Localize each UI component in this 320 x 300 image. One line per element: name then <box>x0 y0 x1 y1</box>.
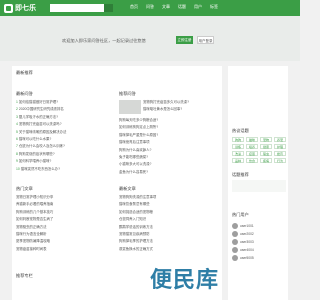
list-item[interactable]: 小猫咪多大可以洗澡? <box>119 161 217 168</box>
tag[interactable]: 绝育 <box>274 151 286 156</box>
list-item[interactable]: 6猫咪可以吃什么水果? <box>16 136 111 143</box>
list-item[interactable]: 9如何科学喂养小猫咪? <box>16 158 111 165</box>
list-item[interactable]: 宠物疫苗接种时间表 <box>16 246 111 253</box>
logo-icon <box>4 3 13 13</box>
user-name[interactable]: user2002 <box>240 232 254 236</box>
hot-users-title: 热门用户 <box>232 212 249 217</box>
list-item[interactable]: 宠物猫常见疾病预防 <box>119 231 217 238</box>
topic-title: 热议话题 <box>232 128 249 133</box>
list-item[interactable]: 观赏鱼换水的正确方式 <box>119 246 217 253</box>
list-item[interactable]: 狗狗为什么喜欢舔人? <box>119 147 217 154</box>
tag[interactable]: 疾病 <box>260 158 272 163</box>
nav-questions[interactable]: 问答 <box>146 4 154 10</box>
tag[interactable]: 疫苗 <box>246 151 258 156</box>
list-item[interactable]: 金鱼为什么容易死? <box>119 169 217 176</box>
nav-users[interactable]: 用户 <box>194 4 202 10</box>
tag[interactable]: 品种 <box>232 158 244 163</box>
list-item[interactable]: 7仓鼠为什么会咬人及怎么训练? <box>16 143 111 150</box>
tag[interactable]: 驱虫 <box>260 151 272 156</box>
list-item[interactable]: 猫咪绝育后注意事项 <box>119 139 217 146</box>
welcome-banner <box>0 16 300 61</box>
user-name[interactable]: user1001 <box>240 224 254 228</box>
tag[interactable]: 洗澡 <box>232 151 244 156</box>
article-thumbnail[interactable] <box>119 100 141 114</box>
user-name[interactable]: user3003 <box>240 240 254 244</box>
recommend-qa-list-more: 狗狗每天吃多少狗粮合适? 如何训练狗狗定点上厕所? 猫咪掉毛严重是什么原因? 猫… <box>119 117 217 176</box>
tag[interactable]: 养宠 <box>274 137 286 142</box>
list-item[interactable]: 猫咪掉毛严重是什么原因? <box>119 132 217 139</box>
avatar[interactable] <box>232 255 238 261</box>
topic-item[interactable] <box>232 180 286 192</box>
list-item[interactable]: 猫咪行为语言全解析 <box>16 231 111 238</box>
tag[interactable]: 健康 <box>260 144 272 149</box>
tag[interactable]: 饮食 <box>246 158 258 163</box>
main-nav: 首页 问答 文章 话题 用户 标签 <box>130 4 218 10</box>
list-item[interactable]: 宠物日常护理小知识分享 <box>16 194 111 201</box>
list-item[interactable]: 5关于猫咪咳嗽的原因及解决办法 <box>16 129 111 136</box>
tag[interactable]: 狗狗 <box>232 137 244 142</box>
register-button[interactable]: 立即注册 <box>176 36 193 44</box>
user-name[interactable]: user5005 <box>240 256 254 260</box>
search-button[interactable] <box>104 4 113 12</box>
tag[interactable]: 宠物 <box>260 137 272 142</box>
tag[interactable]: 训练 <box>232 144 244 149</box>
list-item[interactable]: 猫咪呕吐黄水是怎么回事? <box>143 106 218 113</box>
nav-home[interactable]: 首页 <box>130 4 138 10</box>
tag[interactable]: 护理 <box>274 144 286 149</box>
avatar[interactable] <box>232 231 238 237</box>
list-item[interactable]: 猫咪饮食禁忌有哪些 <box>119 201 217 208</box>
list-item[interactable]: 夏季宠物防暑降温攻略 <box>16 238 111 245</box>
list-item[interactable]: 狗狗训练的几个基本技巧 <box>16 209 111 216</box>
banner-text: 欢迎加入即乐家问答社区，一起记录过往悠悠 <box>62 38 146 43</box>
tag[interactable]: 行为 <box>274 158 286 163</box>
list-item[interactable]: 宠物狗打完疫苗多久可以洗澡? <box>143 99 218 106</box>
list-item[interactable]: 8狗狗发烧的症状有哪些? <box>16 151 111 158</box>
list-item[interactable]: 10猫咪突然不吃东西怎么办? <box>16 166 111 173</box>
avatar[interactable] <box>232 223 238 229</box>
watermark-logo: 便民库 <box>150 268 220 293</box>
list-item[interactable]: 如何挑选合适的宠物粮 <box>119 209 217 216</box>
tag[interactable]: 喂养 <box>246 144 258 149</box>
list-item[interactable]: 狗狗每天吃多少狗粮合适? <box>119 117 217 124</box>
list-item[interactable]: 如何判断宠物是否生病了 <box>16 216 111 223</box>
topic-recommend-title: 话题推荐 <box>232 172 249 177</box>
latest-qa-list: 1如何给猫猫做好日常护理? 22020中国研究生研究成绩排名 3婴儿学吸汗水的正… <box>16 99 111 173</box>
recommend-qa-list: 宠物狗打完疫苗多久可以洗澡? 猫咪呕吐黄水是怎么回事? <box>143 99 218 114</box>
hot-articles-title: 热门文章 <box>16 186 33 191</box>
latest-qa-title: 最新问答 <box>16 91 33 96</box>
avatar[interactable] <box>232 239 238 245</box>
site-logo[interactable]: 即七乐 <box>4 2 36 14</box>
list-item[interactable]: 如何训练狗狗定点上厕所? <box>119 124 217 131</box>
list-item[interactable]: 鹦鹉学说话的训练方法 <box>119 224 217 231</box>
list-item[interactable]: 宠物狗狗洗澡的注意事项 <box>119 194 217 201</box>
nav-articles[interactable]: 文章 <box>162 4 170 10</box>
hot-articles-list: 宠物日常护理小知识分享 养猫新手必看的喂养指南 狗狗训练的几个基本技巧 如何判断… <box>16 194 111 253</box>
logo-text: 即七乐 <box>15 5 36 12</box>
list-item[interactable]: 仓鼠饲养入门知识 <box>119 216 217 223</box>
column-title: 推荐专栏 <box>16 273 33 278</box>
recommend-qa-title: 推荐问答 <box>119 91 136 96</box>
user-name[interactable]: user4004 <box>240 248 254 252</box>
list-item[interactable]: 4宠物狗打完疫苗可以洗澡吗? <box>16 121 111 128</box>
search-input[interactable] <box>50 4 104 12</box>
list-item[interactable]: 1如何给猫猫做好日常护理? <box>16 99 111 106</box>
tag[interactable]: 猫咪 <box>246 137 258 142</box>
list-item[interactable]: 3婴儿学吸汗水的正确方法? <box>16 114 111 121</box>
list-item[interactable]: 狗狗掉毛季的护理方法 <box>119 238 217 245</box>
new-articles-title: 最新文章 <box>119 186 136 191</box>
top-header: 即七乐 首页 问答 文章 话题 用户 标签 <box>0 0 300 16</box>
login-button[interactable]: 用户登录 <box>197 36 214 44</box>
nav-topics[interactable]: 话题 <box>178 4 186 10</box>
new-articles-list: 宠物狗狗洗澡的注意事项 猫咪饮食禁忌有哪些 如何挑选合适的宠物粮 仓鼠饲养入门知… <box>119 194 217 253</box>
list-item[interactable]: 养猫新手必看的喂养指南 <box>16 201 111 208</box>
nav-tags[interactable]: 标签 <box>210 4 218 10</box>
list-item[interactable]: 22020中国研究生研究成绩排名 <box>16 106 111 113</box>
recommend-title: 最新推荐 <box>16 70 33 75</box>
list-item[interactable]: 宠物驱虫的正确方法 <box>16 224 111 231</box>
list-item[interactable]: 兔子能吃哪些蔬菜? <box>119 154 217 161</box>
avatar[interactable] <box>232 247 238 253</box>
